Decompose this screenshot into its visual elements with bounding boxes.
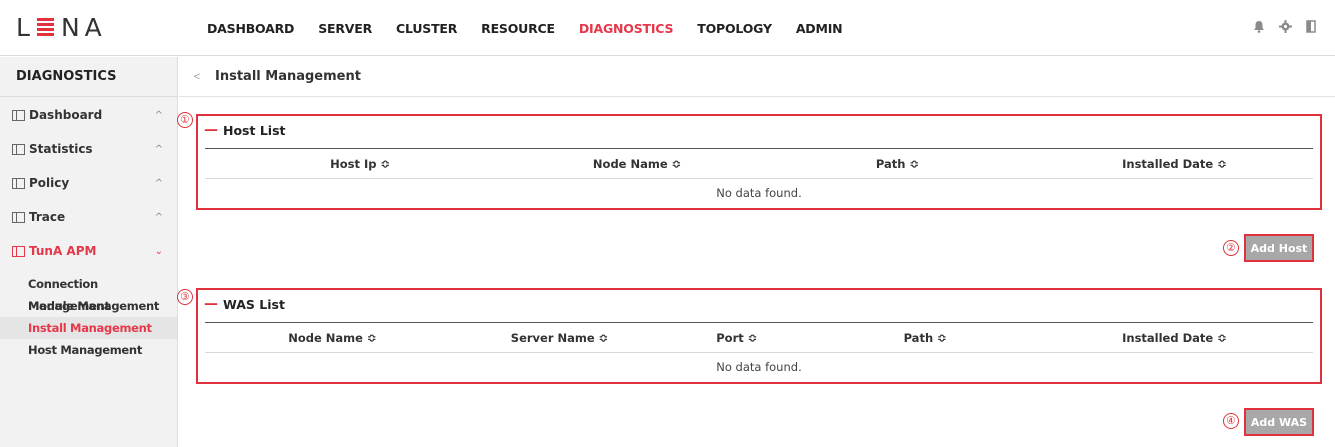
sidebar-item-label: Policy: [29, 176, 70, 190]
column-header-path[interactable]: Path ≎: [814, 322, 1036, 353]
sidebar-item-trace[interactable]: Trace ^: [0, 200, 177, 234]
chevron-up-icon: ^: [154, 211, 163, 223]
table-row: No data found.: [205, 179, 1313, 207]
column-header-node-name[interactable]: Node Name ≎: [205, 322, 460, 353]
bell-icon[interactable]: [1253, 20, 1265, 33]
was-list-panel: — WAS List Node Name ≎ Server Name ≎ Por…: [196, 288, 1322, 384]
host-list-header[interactable]: — Host List: [198, 116, 1320, 144]
panel-icon: [12, 245, 25, 257]
top-icon-group: [1253, 20, 1317, 33]
column-header-port[interactable]: Port ≎: [659, 322, 815, 353]
add-host-button[interactable]: Add Host: [1244, 234, 1314, 262]
sidebar-item-policy[interactable]: Policy ^: [0, 166, 177, 200]
page-title: Install Management: [215, 69, 361, 84]
was-list-table: Node Name ≎ Server Name ≎ Port ≎ Path ≎ …: [205, 322, 1313, 381]
column-header-host-ip[interactable]: Host Ip ≎: [205, 148, 516, 179]
chevron-up-icon: ^: [154, 177, 163, 189]
nav-admin[interactable]: ADMIN: [796, 21, 843, 36]
sidebar-item-label: Trace: [29, 210, 66, 224]
nav-dashboard[interactable]: DASHBOARD: [207, 21, 294, 36]
nav-cluster[interactable]: CLUSTER: [396, 21, 457, 36]
host-list-title: Host List: [223, 122, 286, 138]
collapse-icon[interactable]: —: [204, 122, 218, 138]
annotation-marker-3: ③: [177, 289, 193, 305]
annotation-marker-4: ④: [1223, 413, 1239, 429]
chevron-up-icon: ^: [154, 109, 163, 121]
logo-letter-l: L: [16, 12, 35, 42]
logout-icon[interactable]: [1305, 20, 1317, 33]
table-row: No data found.: [205, 353, 1313, 381]
empty-message: No data found.: [716, 185, 802, 200]
logo-letters-na: NA: [60, 12, 107, 42]
main-nav: DASHBOARD SERVER CLUSTER RESOURCE DIAGNO…: [207, 0, 866, 56]
app-logo[interactable]: L NA: [16, 12, 107, 42]
nav-resource[interactable]: RESOURCE: [481, 21, 555, 36]
nav-server[interactable]: SERVER: [318, 21, 372, 36]
annotation-marker-2: ②: [1223, 240, 1239, 256]
nav-topology[interactable]: TOPOLOGY: [697, 21, 772, 36]
column-header-node-name[interactable]: Node Name ≎: [515, 148, 759, 179]
panel-icon: [12, 109, 25, 121]
collapse-icon[interactable]: —: [204, 296, 218, 312]
top-navigation-bar: L NA DASHBOARD SERVER CLUSTER RESOURCE D…: [0, 0, 1335, 56]
host-list-panel: — Host List Host Ip ≎ Node Name ≎ Path ≎…: [196, 114, 1322, 210]
empty-message: No data found.: [716, 359, 802, 374]
sidebar-subitem-connection-management[interactable]: Connection Management: [0, 273, 177, 313]
sidebar-item-dashboard[interactable]: Dashboard ^: [0, 98, 177, 132]
host-list-table: Host Ip ≎ Node Name ≎ Path ≎ Installed D…: [205, 148, 1313, 207]
sidebar-item-tuna-apm[interactable]: TunA APM ⌄: [0, 234, 177, 268]
column-header-server-name[interactable]: Server Name ≎: [459, 322, 660, 353]
was-list-title: WAS List: [223, 296, 285, 312]
sidebar-item-label: Statistics: [29, 142, 93, 156]
column-header-installed-date[interactable]: Installed Date ≎: [1035, 322, 1313, 353]
sidebar-subitem-module-management[interactable]: Module Management: [0, 295, 177, 317]
sidebar-item-label: TunA APM: [29, 244, 97, 258]
column-header-installed-date[interactable]: Installed Date ≎: [1035, 148, 1313, 179]
panel-icon: [12, 177, 25, 189]
sidebar: DIAGNOSTICS Dashboard ^ Statistics ^ Pol…: [0, 57, 178, 447]
gear-icon[interactable]: [1279, 20, 1292, 33]
panel-icon: [12, 143, 25, 155]
page-header: < Install Management: [179, 57, 1335, 97]
column-header-path[interactable]: Path ≎: [758, 148, 1036, 179]
chevron-up-icon: ^: [154, 143, 163, 155]
logo-bars-icon: [36, 18, 54, 36]
was-list-header[interactable]: — WAS List: [198, 290, 1320, 318]
panel-icon: [12, 211, 25, 223]
chevron-left-icon[interactable]: <: [179, 71, 215, 83]
chevron-down-icon: ⌄: [154, 245, 163, 257]
sidebar-item-statistics[interactable]: Statistics ^: [0, 132, 177, 166]
sidebar-title: DIAGNOSTICS: [0, 57, 177, 97]
sidebar-subitem-host-management[interactable]: Host Management: [0, 339, 177, 361]
sidebar-subitem-install-management[interactable]: Install Management: [0, 317, 177, 339]
annotation-marker-1: ①: [177, 112, 193, 128]
nav-diagnostics[interactable]: DIAGNOSTICS: [579, 21, 674, 36]
add-was-button[interactable]: Add WAS: [1244, 408, 1314, 436]
sidebar-item-label: Dashboard: [29, 108, 103, 122]
